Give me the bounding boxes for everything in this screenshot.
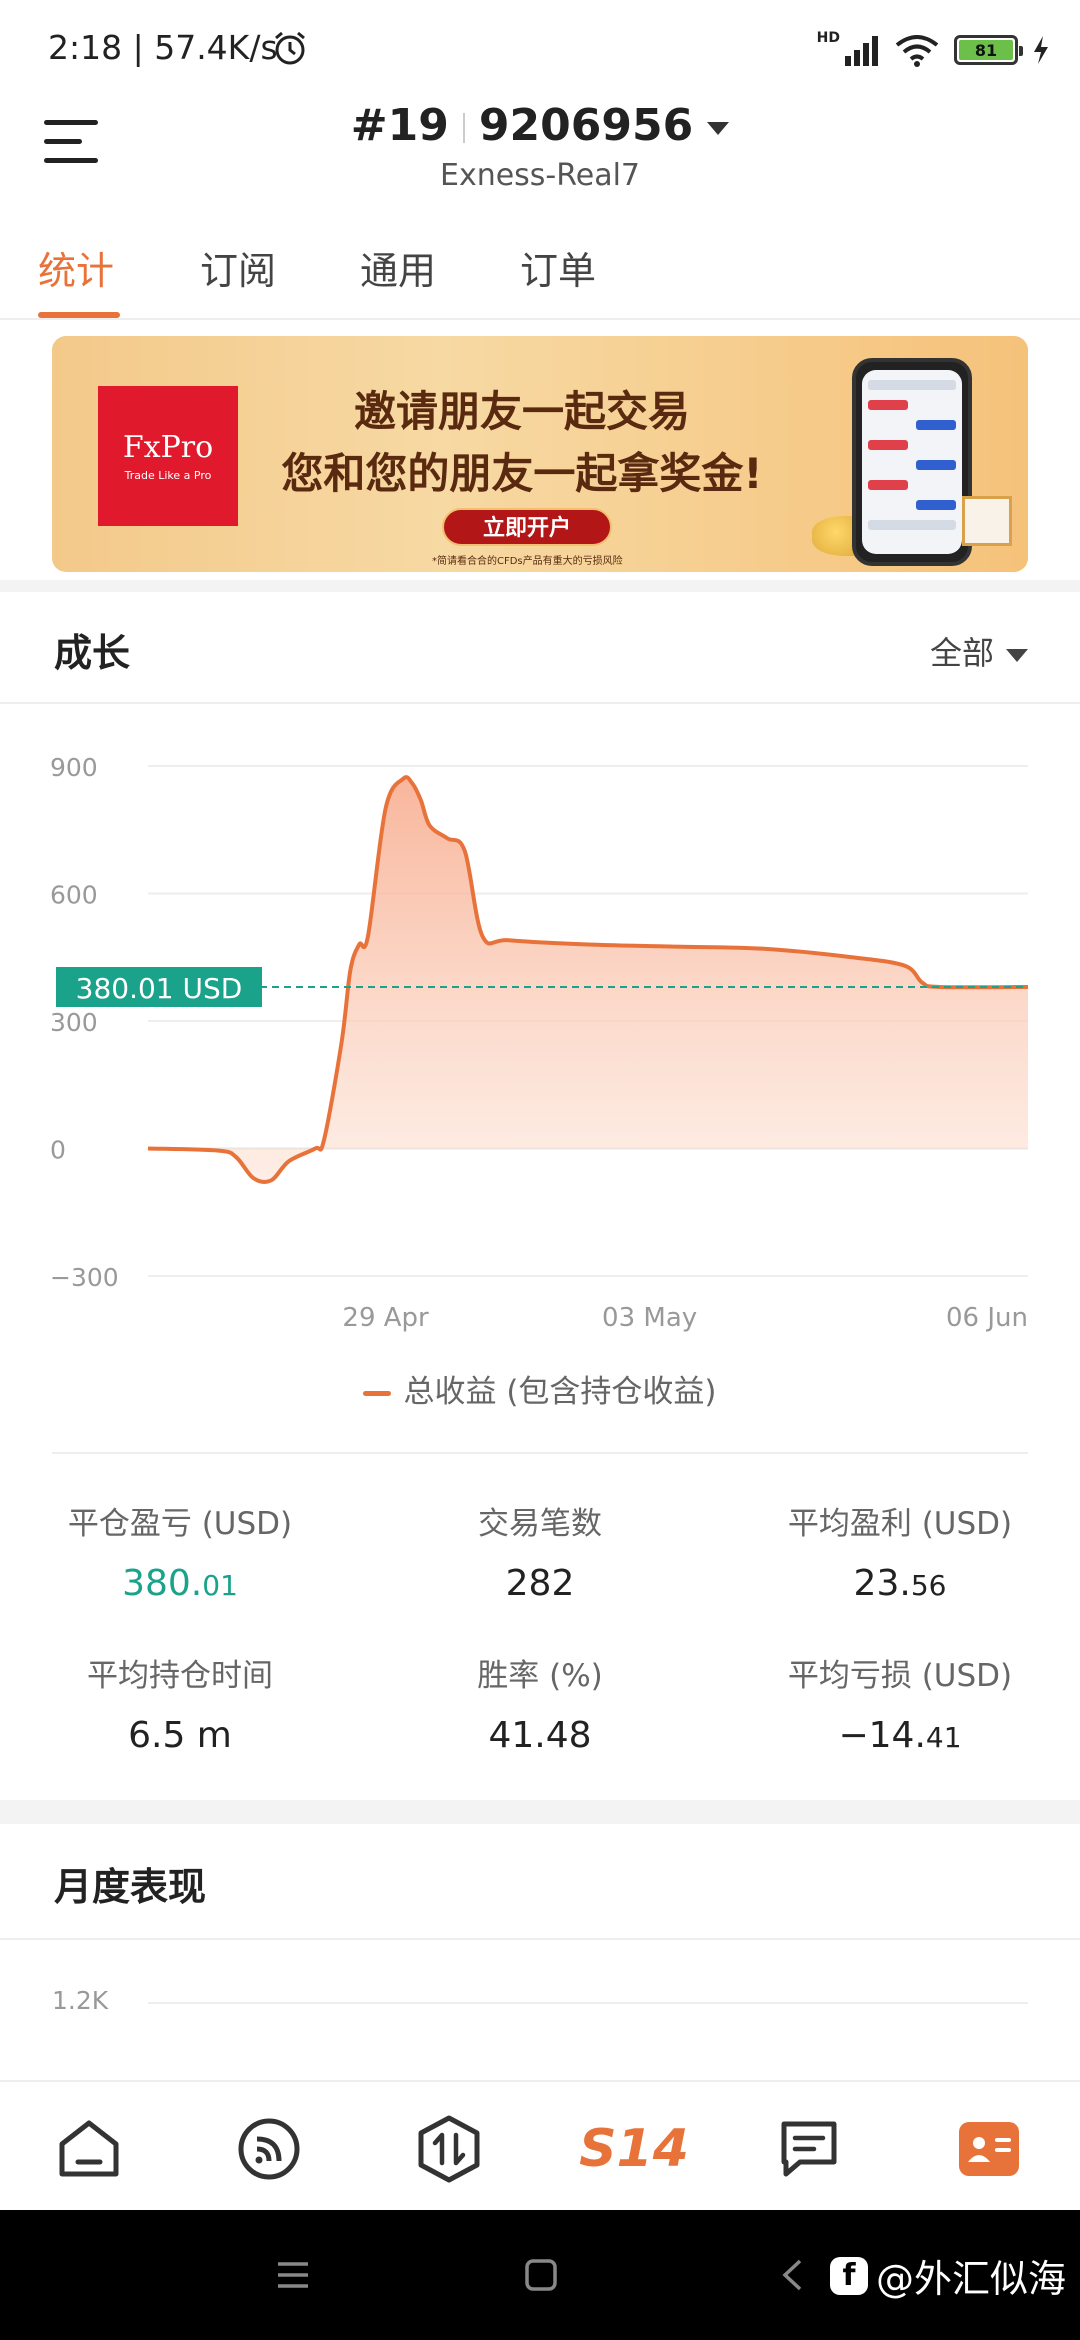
- growth-title: 成长: [54, 631, 131, 675]
- gift-image: [962, 496, 1012, 546]
- divider: [52, 1452, 1028, 1454]
- monthly-gridline: [148, 2002, 1028, 2004]
- range-value: 全部: [929, 634, 994, 672]
- nav-feed[interactable]: [234, 2114, 304, 2184]
- section-divider: [0, 580, 1080, 592]
- wifi-icon: [895, 35, 939, 67]
- open-account-button[interactable]: 立即开户: [442, 508, 612, 546]
- current-value-label: 380.01 USD: [76, 972, 243, 1005]
- x-tick-label: 03 May: [602, 1303, 697, 1333]
- battery-icon: 81: [954, 35, 1023, 65]
- nav-home[interactable]: [54, 2114, 124, 2184]
- legend-label: 总收益 (包含持仓收益): [403, 1374, 717, 1410]
- growth-chart: 900 600 300 0 −300 29 Apr 03 May 06 Jun 380.01 U…: [50, 753, 1029, 1333]
- status-icons: HD 81: [817, 30, 1050, 70]
- range-dropdown[interactable]: 全部: [930, 628, 1028, 674]
- promo-banner[interactable]: FxPro Trade Like a Pro 邀请朋友一起交易 您和您的朋友一起…: [52, 336, 1028, 572]
- watermark: f @外汇似海: [829, 2248, 1066, 2303]
- status-bar: 2:18 | 57.4K/s HD 81: [0, 0, 1080, 96]
- x-tick-label: 29 Apr: [342, 1303, 429, 1333]
- stat-avg-profit: 平均盈利 (USD) 23.56: [787, 1506, 1013, 1604]
- monthly-y-tick: 1.2K: [52, 1986, 109, 2015]
- series-area: [148, 777, 1028, 1182]
- banner-disclaimer: *简请看合合的CFDs产品有重大的亏损风险: [432, 556, 623, 567]
- nav-messages[interactable]: [774, 2114, 844, 2184]
- recents-icon[interactable]: [276, 2260, 310, 2290]
- active-tab-indicator: [38, 312, 120, 318]
- back-icon[interactable]: [780, 2258, 804, 2292]
- account-selector[interactable]: #19 9206956: [0, 100, 1080, 151]
- legend-swatch: [363, 1391, 392, 1396]
- caret-down-icon: [707, 121, 730, 135]
- y-tick-label: 900: [50, 753, 98, 782]
- battery-level: 81: [959, 40, 1013, 60]
- app-header: #19 9206956 Exness-Real7: [0, 96, 1080, 216]
- server-name: Exness-Real7: [439, 158, 641, 193]
- tab-general[interactable]: 通用: [360, 240, 436, 295]
- y-tick-label: 0: [50, 1136, 66, 1165]
- banner-headline: 邀请朋友一起交易: [353, 387, 690, 436]
- s14-label: S14: [579, 2119, 689, 2179]
- watermark-text: @外汇似海: [875, 2257, 1066, 2301]
- signal-feed-icon: [238, 2118, 300, 2180]
- stat-closed-pnl: 平仓盈亏 (USD) 380.01: [67, 1506, 293, 1604]
- y-tick-label: −300: [50, 1263, 119, 1292]
- hd-badge: HD: [816, 30, 840, 46]
- phone-image: [852, 358, 972, 566]
- x-tick-label: 06 Jun: [946, 1303, 1028, 1333]
- trade-icon: [418, 2115, 480, 2183]
- stat-trade-count: 交易笔数 282: [478, 1506, 602, 1604]
- facebook-icon: f: [829, 2256, 868, 2295]
- divider: [0, 1938, 1080, 1940]
- y-tick-label: 300: [50, 1008, 98, 1037]
- nav-s14[interactable]: S14: [579, 2114, 689, 2184]
- caret-down-icon: [1006, 648, 1028, 662]
- banner-subheadline: 您和您的朋友一起拿奖金!: [281, 449, 763, 498]
- y-tick-label: 600: [50, 881, 98, 910]
- stat-avg-loss: 平均亏损 (USD) −14.41: [787, 1658, 1013, 1756]
- tab-subscription[interactable]: 订阅: [200, 240, 276, 295]
- chart-legend: 总收益 (包含持仓收益): [0, 1366, 1080, 1411]
- stat-avg-hold-time: 平均持仓时间 6.5 m: [87, 1658, 273, 1756]
- home-button-icon[interactable]: [524, 2258, 558, 2292]
- tab-bar: 统计 订阅 通用 订单: [0, 228, 1080, 320]
- nav-trade[interactable]: [414, 2114, 484, 2184]
- account-prefix: #19: [350, 100, 449, 151]
- charging-icon: [1034, 36, 1048, 64]
- growth-header: 成长 全部: [0, 592, 1080, 704]
- nav-profile[interactable]: [954, 2114, 1024, 2184]
- monthly-title: 月度表现: [54, 1865, 207, 1909]
- home-icon: [59, 2120, 119, 2177]
- status-time-speed: 2:18 | 57.4K/s: [48, 28, 278, 67]
- alarm-icon: [275, 31, 305, 65]
- tab-statistics[interactable]: 统计: [38, 240, 114, 295]
- signal-icon: [845, 36, 878, 66]
- profile-card-icon: [959, 2122, 1019, 2176]
- stat-win-rate: 胜率 (%) 41.48: [477, 1658, 603, 1756]
- fxpro-logo: FxPro Trade Like a Pro: [98, 386, 238, 526]
- system-nav-bar: f @外汇似海: [0, 2210, 1080, 2340]
- section-divider: [0, 1800, 1080, 1824]
- account-number: 9206956: [478, 100, 694, 151]
- message-icon: [781, 2121, 837, 2177]
- bottom-nav: S14: [0, 2080, 1080, 2210]
- tab-orders[interactable]: 订单: [520, 240, 596, 295]
